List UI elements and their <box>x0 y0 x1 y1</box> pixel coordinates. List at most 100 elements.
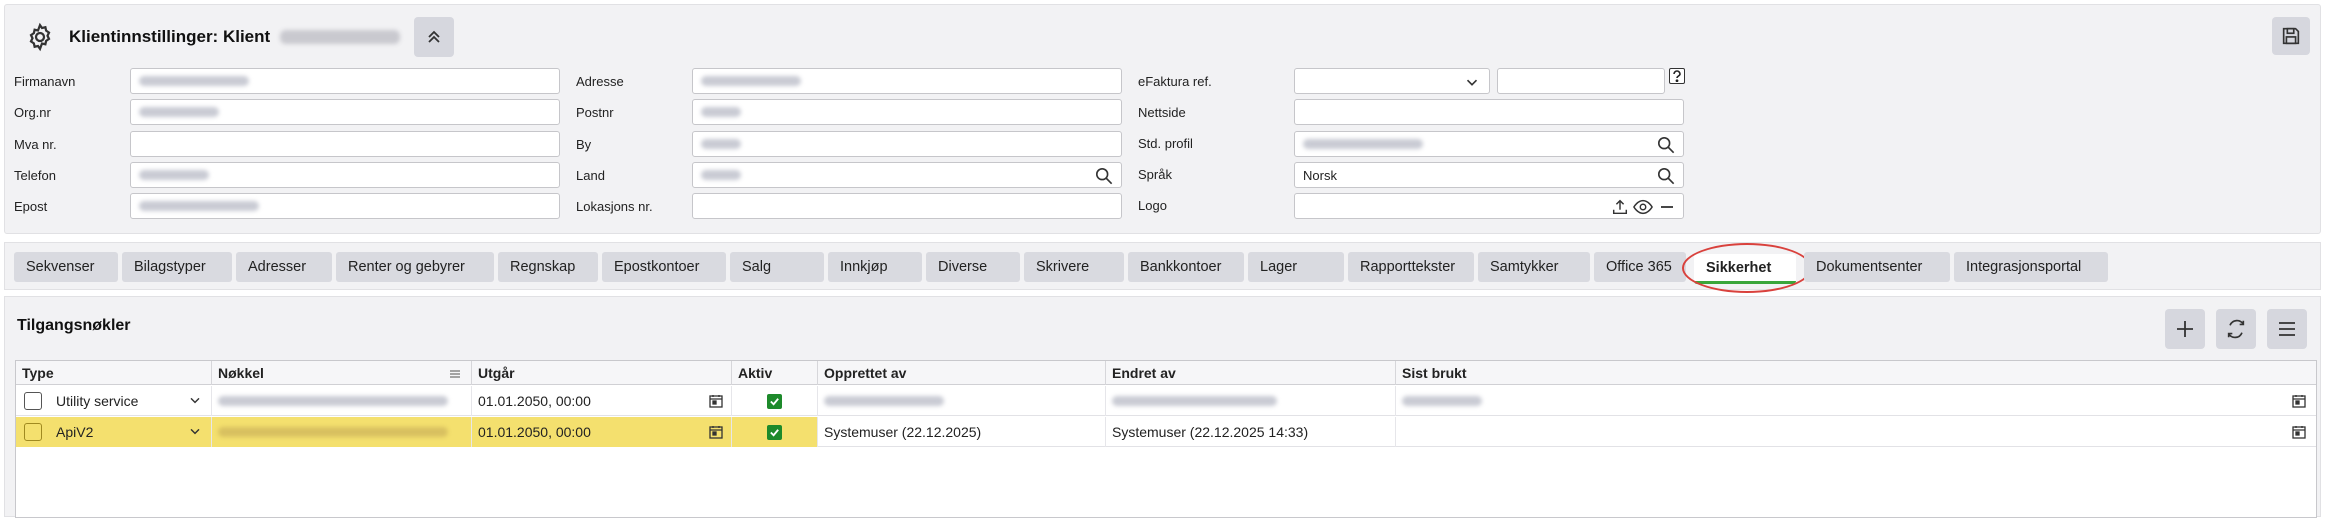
tab-sekvenser[interactable]: Sekvenser <box>14 252 118 282</box>
refresh-button[interactable] <box>2216 309 2256 349</box>
col-nokkel[interactable]: Nøkkel <box>212 361 472 385</box>
search-icon[interactable] <box>1657 167 1675 188</box>
calendar-icon[interactable] <box>709 394 723 411</box>
epost-input[interactable] <box>130 193 560 219</box>
minus-icon[interactable] <box>1659 198 1675 219</box>
row-checkbox[interactable] <box>24 392 42 410</box>
lokasjon-input[interactable] <box>692 193 1122 219</box>
col-type[interactable]: Type <box>16 361 212 385</box>
telefon-input[interactable] <box>130 162 560 188</box>
table-row[interactable]: Utility service 01.01.2050, 00:00 <box>16 386 2316 416</box>
plus-icon <box>2177 321 2193 337</box>
key-cell[interactable] <box>212 386 472 416</box>
tab-bankkontoer[interactable]: Bankkontoer <box>1128 252 1244 282</box>
telefon-label: Telefon <box>14 168 56 183</box>
orgnr-label: Org.nr <box>14 105 51 120</box>
last-used-cell[interactable] <box>1396 386 2316 416</box>
orgnr-input[interactable] <box>130 99 560 125</box>
tab-rapporttekster[interactable]: Rapporttekster <box>1348 252 1474 282</box>
mva-input[interactable] <box>130 131 560 157</box>
logo-label: Logo <box>1138 198 1167 213</box>
sprak-value: Norsk <box>1303 167 1337 183</box>
tab-integrasjonsportal[interactable]: Integrasjonsportal <box>1954 252 2108 282</box>
tab-salg[interactable]: Salg <box>730 252 824 282</box>
epost-label: Epost <box>14 199 48 214</box>
last-used-cell[interactable] <box>1396 417 2316 447</box>
calendar-icon[interactable] <box>2292 394 2306 411</box>
search-icon[interactable] <box>1657 136 1675 157</box>
sprak-input[interactable]: Norsk <box>1294 162 1684 188</box>
upload-icon[interactable] <box>1611 198 1629 219</box>
tab-adresser[interactable]: Adresser <box>236 252 332 282</box>
chevron-down-icon[interactable] <box>187 392 203 411</box>
tab-lager[interactable]: Lager <box>1248 252 1344 282</box>
stdprofil-input[interactable] <box>1294 131 1684 157</box>
active-checkbox[interactable] <box>767 424 782 440</box>
col-utgar[interactable]: Utgår <box>472 361 732 385</box>
logo-input[interactable] <box>1294 193 1684 219</box>
efaktura-select[interactable] <box>1294 68 1490 94</box>
tab-renter-og-gebyrer[interactable]: Renter og gebyrer <box>336 252 494 282</box>
tab-bilagstyper[interactable]: Bilagstyper <box>122 252 232 282</box>
land-input[interactable] <box>692 162 1122 188</box>
active-checkbox[interactable] <box>767 393 782 409</box>
calendar-icon[interactable] <box>2292 425 2306 442</box>
table-row[interactable]: ApiV2 01.01.2050, 00:00 Systemuser (22.1… <box>16 417 2316 447</box>
efaktura-ref-input[interactable] <box>1497 68 1665 94</box>
refresh-icon <box>2227 319 2245 339</box>
access-keys-panel: Tilgangsnøkler Type Nøkkel Utgår Aktiv O… <box>4 296 2321 518</box>
type-cell[interactable]: ApiV2 <box>16 417 212 447</box>
chevron-down-icon <box>1463 73 1481 94</box>
postnr-input[interactable] <box>692 99 1122 125</box>
by-label: By <box>576 137 592 152</box>
page-title: Klientinnstillinger: Klient <box>69 27 271 46</box>
active-cell[interactable] <box>732 386 818 416</box>
tab-innkjop[interactable]: Innkjøp <box>828 252 922 282</box>
help-icon[interactable] <box>1669 68 1685 84</box>
highlight-ring <box>1682 243 1812 293</box>
menu-button[interactable] <box>2267 309 2307 349</box>
tab-office-365[interactable]: Office 365 <box>1594 252 1686 282</box>
by-input[interactable] <box>692 131 1122 157</box>
type-cell[interactable]: Utility service <box>16 386 212 416</box>
col-opprettet-av[interactable]: Opprettet av <box>818 361 1106 385</box>
col-sist-brukt[interactable]: Sist brukt <box>1396 361 2316 385</box>
tab-regnskap[interactable]: Regnskap <box>498 252 598 282</box>
lokasjon-label: Lokasjons nr. <box>576 199 653 214</box>
search-icon[interactable] <box>1095 167 1113 188</box>
tab-diverse[interactable]: Diverse <box>926 252 1020 282</box>
hamburger-icon <box>2279 322 2295 336</box>
chevron-down-icon[interactable] <box>187 423 203 442</box>
active-cell[interactable] <box>732 417 818 447</box>
land-label: Land <box>576 168 605 183</box>
collapse-button[interactable] <box>414 17 455 57</box>
tab-samtykker[interactable]: Samtykker <box>1478 252 1590 282</box>
tab-dokumentsenter[interactable]: Dokumentsenter <box>1804 252 1950 282</box>
col-aktiv[interactable]: Aktiv <box>732 361 818 385</box>
col-endret-av[interactable]: Endret av <box>1106 361 1396 385</box>
adresse-label: Adresse <box>576 74 624 89</box>
key-cell[interactable] <box>212 417 472 447</box>
postnr-label: Postnr <box>576 105 614 120</box>
changed-by-cell <box>1106 386 1396 416</box>
save-button[interactable] <box>2272 17 2310 55</box>
add-button[interactable] <box>2165 309 2205 349</box>
expiry-cell[interactable]: 01.01.2050, 00:00 <box>472 417 732 447</box>
stdprofil-label: Std. profil <box>1138 136 1193 151</box>
firmanavn-input[interactable] <box>130 68 560 94</box>
nettside-input[interactable] <box>1294 99 1684 125</box>
calendar-icon[interactable] <box>709 425 723 442</box>
eye-icon[interactable] <box>1633 198 1653 219</box>
tab-epostkontoer[interactable]: Epostkontoer <box>602 252 726 282</box>
created-by-cell: Systemuser (22.12.2025) <box>818 417 1106 447</box>
tab-skrivere[interactable]: Skrivere <box>1024 252 1124 282</box>
column-menu-icon[interactable] <box>449 367 461 383</box>
access-keys-grid: Type Nøkkel Utgår Aktiv Opprettet av End… <box>15 360 2317 518</box>
changed-by-cell: Systemuser (22.12.2025 14:33) <box>1106 417 1396 447</box>
expiry-cell[interactable]: 01.01.2050, 00:00 <box>472 386 732 416</box>
nettside-label: Nettside <box>1138 105 1186 120</box>
row-checkbox[interactable] <box>24 423 42 441</box>
adresse-input[interactable] <box>692 68 1122 94</box>
efaktura-label: eFaktura ref. <box>1138 74 1212 89</box>
chevron-up-double-icon <box>428 30 440 43</box>
